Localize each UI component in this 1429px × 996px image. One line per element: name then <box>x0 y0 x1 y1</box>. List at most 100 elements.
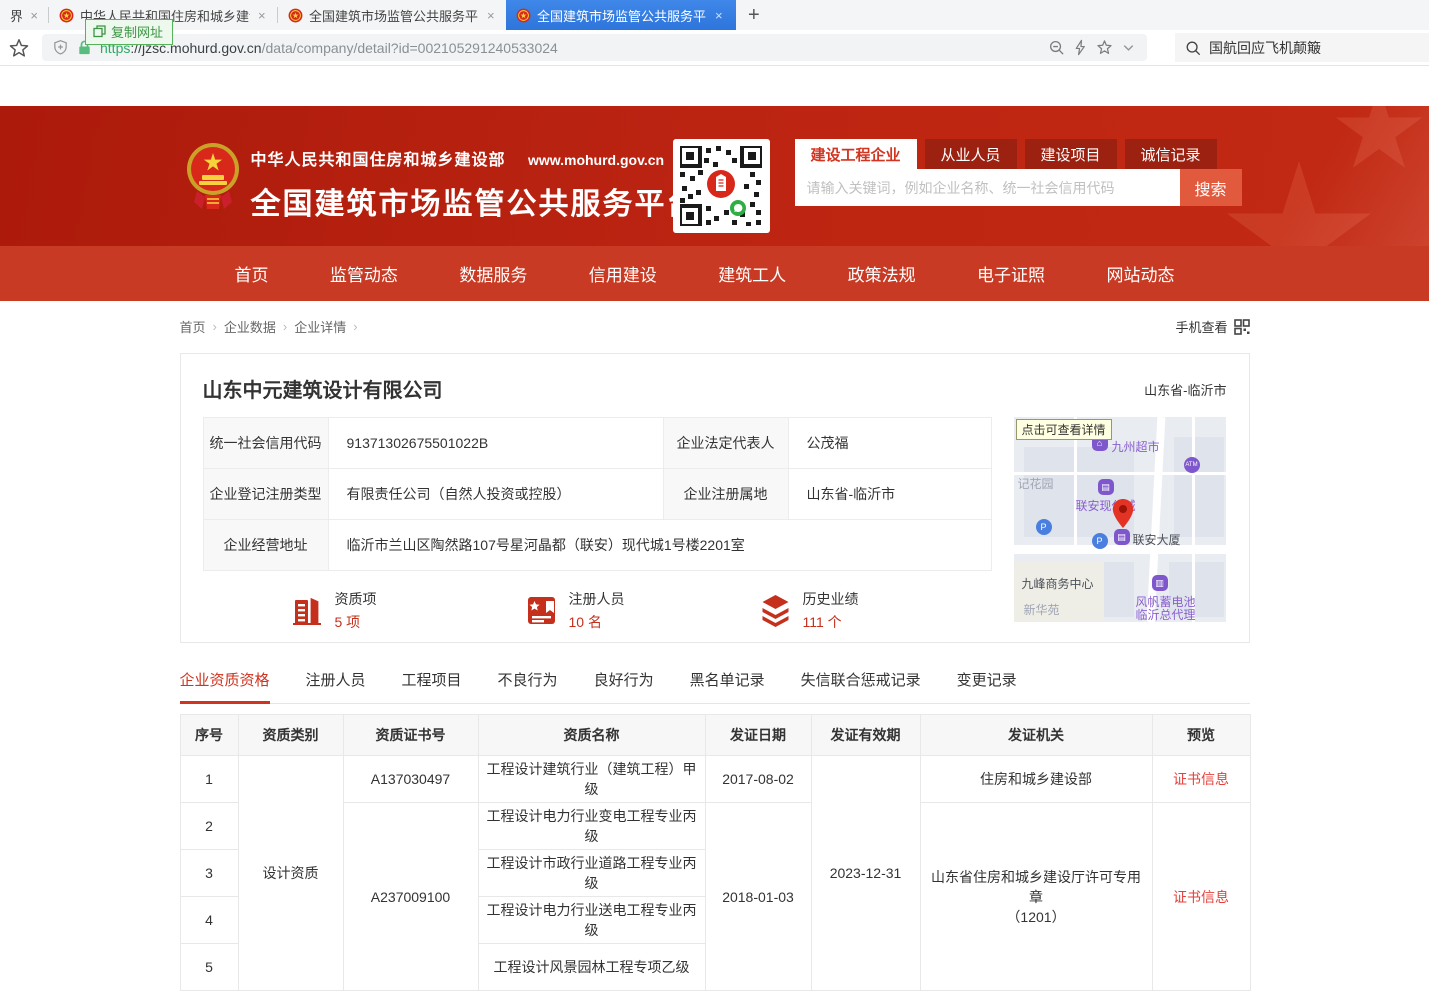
col-category: 资质类别 <box>238 715 343 756</box>
stat-registered-personnel[interactable]: 注册人员 10 名 <box>523 589 757 632</box>
nav-item-home[interactable]: 首页 <box>235 261 269 286</box>
new-tab-button[interactable]: + <box>736 4 772 30</box>
nav-item-e-license[interactable]: 电子证照 <box>977 261 1045 286</box>
nav-item-data-service[interactable]: 数据服务 <box>459 261 527 286</box>
map-label: 九州超市 <box>1112 438 1160 455</box>
site-title: 全国建筑市场监管公共服务平台 <box>251 179 699 223</box>
breadcrumb-company-detail[interactable]: 企业详情 <box>294 317 346 336</box>
copy-icon <box>93 25 106 38</box>
ministry-name: 中华人民共和国住房和城乡建设部 <box>251 152 506 169</box>
search-button[interactable]: 搜索 <box>1180 169 1242 206</box>
tab-change-records[interactable]: 变更记录 <box>957 669 1017 703</box>
tab-projects[interactable]: 工程项目 <box>402 669 462 703</box>
cell-qual-name: 工程设计电力行业送电工程专业丙级 <box>478 897 705 944</box>
header-search: 建设工程企业 从业人员 建设项目 诚信记录 搜索 <box>795 139 1242 206</box>
address-label: 企业经营地址 <box>203 520 328 571</box>
col-issue-date: 发证日期 <box>705 715 811 756</box>
close-icon[interactable]: × <box>487 8 495 23</box>
chevron-down-icon[interactable] <box>1120 39 1137 56</box>
browser-quick-search[interactable]: 国航回应飞机颠簸 <box>1175 33 1429 62</box>
cell-authority: 山东省住房和城乡建设厅许可专用章 （1201） <box>920 803 1152 991</box>
map-poi-battery-icon: ▥ <box>1152 575 1168 591</box>
cell-issue-date: 2018-01-03 <box>705 803 811 991</box>
table-row: 1 设计资质 A137030497 工程设计建筑行业（建筑工程）甲级 2017-… <box>180 756 1250 803</box>
search-tab-project[interactable]: 建设项目 <box>1025 139 1117 169</box>
header-qr-code <box>673 139 770 233</box>
breadcrumb-separator: › <box>283 319 287 334</box>
reg-type-value: 有限责任公司（自然人投资或控股） <box>328 469 663 520</box>
search-tab-personnel[interactable]: 从业人员 <box>925 139 1017 169</box>
map-poi-building-icon: ▤ <box>1098 479 1114 495</box>
building-icon <box>289 592 326 629</box>
cell-cert-no: A137030497 <box>343 756 478 803</box>
qr-code-image <box>680 146 762 226</box>
nav-item-site-news[interactable]: 网站动态 <box>1106 261 1174 286</box>
stat-label: 历史业绩 <box>803 589 859 609</box>
tab-title: 全国建筑市场监管公共服务平台 <box>309 6 479 25</box>
nav-item-credit[interactable]: 信用建设 <box>589 261 657 286</box>
tab-good-behavior[interactable]: 良好行为 <box>594 669 654 703</box>
col-preview: 预览 <box>1152 715 1250 756</box>
cell-cert-no: A237009100 <box>343 803 478 991</box>
browser-tab-0[interactable]: 界 × <box>0 0 48 30</box>
favorite-star-icon[interactable] <box>1096 39 1113 56</box>
address-value: 临沂市兰山区陶然路107号星河晶都（联安）现代城1号楼2201室 <box>328 520 991 571</box>
mobile-qr-icon[interactable] <box>1234 319 1250 335</box>
map-parking-icon: P <box>1092 533 1108 549</box>
company-stats: 资质项 5 项 注册人员 <box>203 589 991 632</box>
search-tab-credit[interactable]: 诚信记录 <box>1125 139 1217 169</box>
nav-item-supervision[interactable]: 监管动态 <box>330 261 398 286</box>
qualification-table: 序号 资质类别 资质证书号 资质名称 发证日期 发证有效期 发证机关 预览 1 … <box>180 714 1251 991</box>
map-label: 记花园 <box>1018 475 1054 492</box>
url-field[interactable]: https://jzsc.mohurd.gov.cn/data/company/… <box>42 34 1147 61</box>
stat-qualifications[interactable]: 资质项 5 项 <box>289 589 523 632</box>
breadcrumb-company-data[interactable]: 企业数据 <box>224 317 276 336</box>
close-icon[interactable]: × <box>258 8 266 23</box>
map-poi-atm-icon: ATM <box>1184 457 1200 473</box>
tab-registered-personnel[interactable]: 注册人员 <box>306 669 366 703</box>
tab-bad-behavior[interactable]: 不良行为 <box>498 669 558 703</box>
table-row: 企业登记注册类型 有限责任公司（自然人投资或控股） 企业注册属地 山东省-临沂市 <box>203 469 991 520</box>
tab-qualifications[interactable]: 企业资质资格 <box>180 669 270 703</box>
company-name: 山东中元建筑设计有限公司 <box>203 374 443 403</box>
flash-icon[interactable] <box>1072 39 1089 56</box>
tab-title: 界 <box>10 6 22 25</box>
tab-dishonesty-records[interactable]: 失信联合惩戒记录 <box>801 669 921 703</box>
mobile-view-label: 手机查看 <box>1175 317 1227 336</box>
certificate-info-link[interactable]: 证书信息 <box>1173 889 1229 905</box>
cell-authority: 住房和城乡建设部 <box>920 756 1152 803</box>
browser-tab-active[interactable]: 全国建筑市场监管公共服务平台 × <box>506 0 736 30</box>
stat-label: 注册人员 <box>569 589 625 609</box>
stat-value: 111 个 <box>803 612 859 632</box>
company-info-table: 统一社会信用代码 91371302675501022B 企业法定代表人 公茂福 … <box>203 417 992 571</box>
stat-value: 5 项 <box>335 612 377 632</box>
cell-qual-name: 工程设计风景园林工程专项乙级 <box>478 944 705 991</box>
stat-history-performance[interactable]: 历史业绩 111 个 <box>757 589 991 632</box>
detail-tabs: 企业资质资格 注册人员 工程项目 不良行为 良好行为 黑名单记录 失信联合惩戒记… <box>180 669 1250 704</box>
map-pin-icon <box>1112 499 1134 529</box>
site-header: 中华人民共和国住房和城乡建设部 www.mohurd.gov.cn 全国建筑市场… <box>0 106 1429 246</box>
tab-blacklist[interactable]: 黑名单记录 <box>690 669 765 703</box>
browser-tab-bar: 界 × 中华人民共和国住房和城乡建设 × 全国建筑市场监管公共服务平台 × 全国… <box>0 0 1429 30</box>
col-qual-name: 资质名称 <box>478 715 705 756</box>
breadcrumb-home[interactable]: 首页 <box>180 317 206 336</box>
map-label: 联安大厦 <box>1133 531 1181 548</box>
cell-no: 4 <box>180 897 238 944</box>
bookmark-star-icon[interactable] <box>8 37 30 59</box>
nav-item-policy[interactable]: 政策法规 <box>848 261 916 286</box>
cell-no: 1 <box>180 756 238 803</box>
close-icon[interactable]: × <box>715 8 723 23</box>
keyword-search-input[interactable] <box>795 169 1180 206</box>
company-location-map[interactable]: ⌂ 九州超市 ATM 记花园 ▤ 联安现代城 ▤ 联安大厦 P P 九峰商务中心… <box>1014 417 1226 622</box>
browser-tab-2[interactable]: 全国建筑市场监管公共服务平台 × <box>278 0 506 30</box>
map-tooltip: 点击可查看详情 <box>1016 419 1112 440</box>
breadcrumb: 首页 › 企业数据 › 企业详情 › 手机查看 <box>180 317 1250 336</box>
shield-permissions-icon[interactable] <box>52 39 69 56</box>
search-tab-enterprise[interactable]: 建设工程企业 <box>795 139 917 169</box>
zoom-out-icon[interactable] <box>1048 39 1065 56</box>
close-icon[interactable]: × <box>30 8 38 23</box>
certificate-info-link[interactable]: 证书信息 <box>1173 771 1229 787</box>
nav-item-workers[interactable]: 建筑工人 <box>718 261 786 286</box>
breadcrumb-separator: › <box>213 319 217 334</box>
cell-validity: 2023-12-31 <box>811 756 920 991</box>
